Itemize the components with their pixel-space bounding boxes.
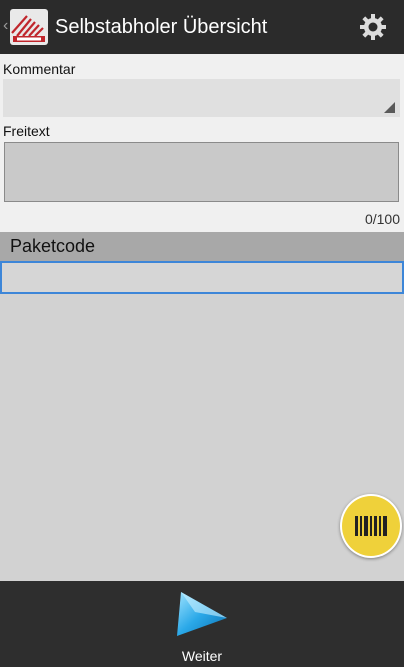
freitext-char-counter: 0/100 (364, 211, 400, 227)
freitext-textarea[interactable] (4, 142, 399, 202)
paketcode-title: Paketcode (10, 236, 96, 256)
scan-barcode-button[interactable] (340, 494, 402, 558)
bottom-bar: Weiter (0, 581, 404, 667)
dropdown-corner-icon (384, 102, 395, 113)
back-chevron-icon[interactable]: ‹ (3, 17, 8, 35)
freitext-label: Freitext (3, 123, 50, 139)
action-bar: ‹ Selbstabholer Übersicht (0, 0, 404, 54)
app-logo[interactable] (10, 9, 48, 45)
play-icon (177, 592, 227, 636)
form-section: Kommentar Freitext 0/100 (0, 54, 404, 232)
page-title: Selbstabholer Übersicht (55, 16, 268, 38)
barcode-icon (355, 516, 387, 536)
next-button-label: Weiter (181, 648, 223, 664)
kommentar-label: Kommentar (3, 61, 76, 77)
gear-icon[interactable] (359, 13, 387, 41)
paketcode-input[interactable] (0, 261, 404, 294)
kommentar-dropdown[interactable] (3, 79, 400, 117)
paketcode-header: Paketcode (0, 232, 404, 261)
